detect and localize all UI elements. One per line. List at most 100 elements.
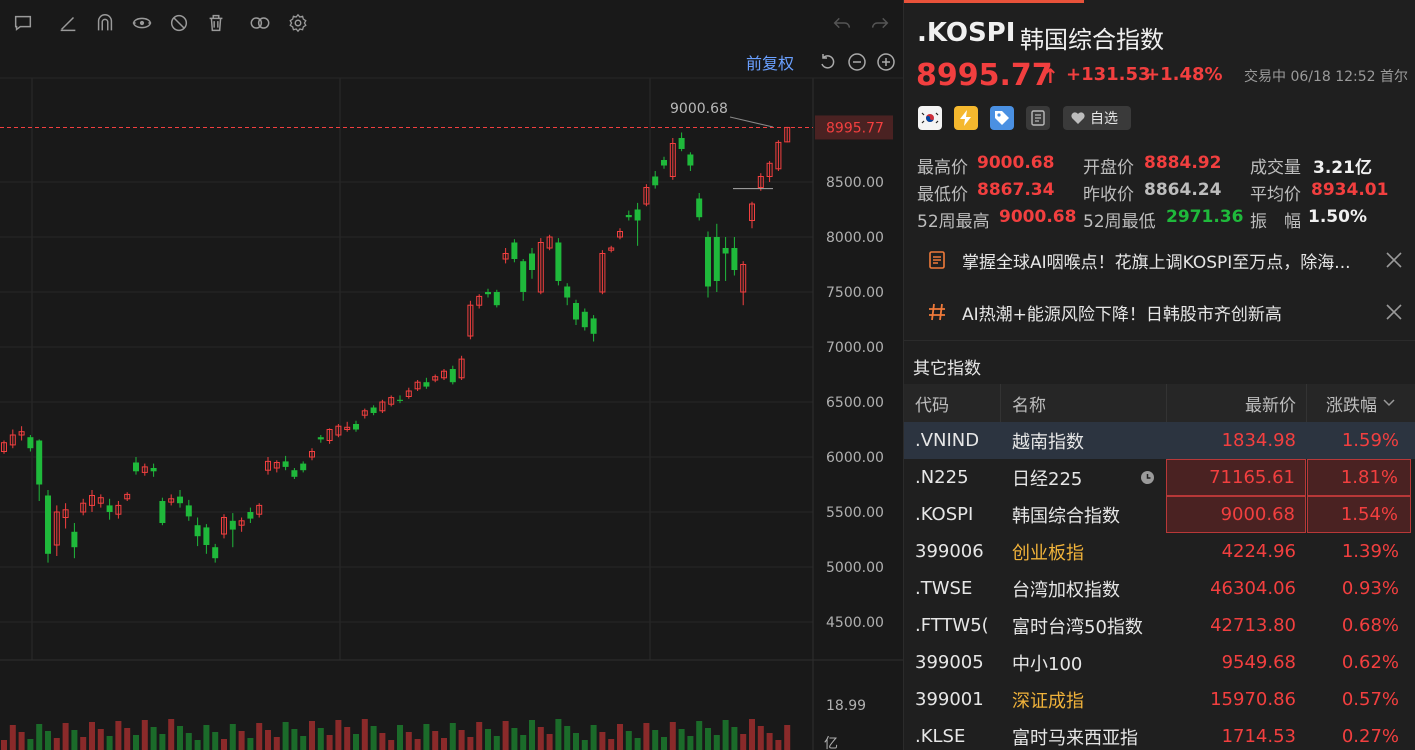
table-row[interactable]: .VNIND 越南指数 1834.98 1.59% bbox=[904, 422, 1415, 459]
adjust-mode-toggle[interactable]: 前复权 bbox=[746, 50, 794, 74]
volume-unit-label: 亿 bbox=[824, 736, 838, 750]
chevron-down-icon bbox=[1383, 399, 1395, 407]
row-code: .VNIND bbox=[915, 430, 980, 451]
price-tick-label: 5500.00 bbox=[826, 505, 884, 521]
col-header-name[interactable]: 名称 bbox=[1000, 384, 1166, 422]
col-header-last[interactable]: 最新价 bbox=[1166, 384, 1306, 422]
news-item[interactable]: 掌握全球AI咽喉点！花旗上调KOSPI至万点，除海... bbox=[914, 241, 1414, 279]
stat-volume: 3.21亿 bbox=[1313, 158, 1372, 178]
col-divider bbox=[1000, 384, 1001, 422]
volume-bar bbox=[80, 737, 87, 750]
volume-bar bbox=[203, 725, 210, 750]
candle-down bbox=[150, 468, 157, 472]
candle-down bbox=[185, 505, 192, 517]
volume-bar bbox=[71, 730, 78, 750]
favorite-label: 自选 bbox=[1090, 111, 1118, 127]
row-name: 富时台湾50指数 bbox=[1012, 616, 1143, 638]
volume-bar bbox=[335, 720, 342, 750]
volume-bar bbox=[177, 726, 183, 750]
eye-icon[interactable] bbox=[130, 11, 154, 35]
row-change-pct: 0.27% bbox=[1341, 726, 1399, 747]
row-code: .KOSPI bbox=[915, 504, 974, 525]
table-row[interactable]: .TWSE 台湾加权指数 46304.06 0.93% bbox=[904, 570, 1415, 607]
volume-bar bbox=[62, 723, 69, 750]
candle-down bbox=[696, 198, 703, 218]
price-tick-label: 5000.00 bbox=[826, 560, 884, 576]
candle-down bbox=[722, 248, 729, 254]
table-row[interactable]: 399006 创业板指 4224.96 1.39% bbox=[904, 533, 1415, 570]
reset-zoom-icon[interactable] bbox=[818, 52, 838, 72]
candle-down bbox=[317, 437, 324, 440]
volume-bar bbox=[300, 736, 307, 750]
volume-bar bbox=[432, 731, 439, 750]
col-header-code[interactable]: 代码 bbox=[904, 384, 1000, 422]
table-row[interactable]: .KOSPI 韩国综合指数 9000.68 1.54% bbox=[904, 496, 1415, 533]
undo-icon[interactable] bbox=[830, 11, 854, 35]
comment-icon[interactable] bbox=[11, 11, 35, 35]
hide-icon[interactable] bbox=[167, 11, 191, 35]
candle-down bbox=[370, 407, 377, 413]
volume-bar bbox=[687, 736, 694, 750]
table-row[interactable]: .N225 日经225 71165.61 1.81% bbox=[904, 459, 1415, 496]
volume-bar bbox=[388, 740, 395, 750]
volume-bar bbox=[185, 733, 192, 750]
draw-line-icon[interactable] bbox=[56, 11, 80, 35]
volume-bar bbox=[282, 722, 289, 750]
document-icon[interactable] bbox=[1026, 106, 1050, 130]
candle-down bbox=[194, 525, 201, 537]
settings-icon[interactable] bbox=[286, 11, 310, 35]
trash-icon[interactable] bbox=[204, 11, 228, 35]
volume-bar bbox=[212, 732, 219, 750]
news-item[interactable]: AI热潮+能源风险下降！日韩股市齐创新高 bbox=[914, 293, 1414, 331]
zoom-out-icon[interactable] bbox=[847, 52, 867, 72]
stat-high: 9000.68 bbox=[977, 153, 1055, 173]
volume-bar bbox=[458, 730, 465, 750]
volume-bar bbox=[194, 740, 201, 750]
index-name: 韩国综合指数 bbox=[1020, 26, 1164, 54]
candle-down bbox=[133, 462, 139, 472]
volume-bar bbox=[784, 725, 791, 750]
candle-down bbox=[397, 399, 403, 401]
volume-bar bbox=[441, 738, 447, 750]
col-divider bbox=[1306, 384, 1307, 422]
volume-bar bbox=[555, 719, 562, 750]
close-icon[interactable] bbox=[1384, 250, 1404, 270]
table-row[interactable]: .KLSE 富时马来西亚指 1714.53 0.27% bbox=[904, 718, 1415, 750]
magnet-icon[interactable] bbox=[93, 11, 117, 35]
volume-bar bbox=[502, 721, 509, 750]
candle-down bbox=[555, 242, 562, 281]
row-last-price: 9549.68 bbox=[1221, 652, 1296, 673]
row-last-price: 71165.61 bbox=[1166, 459, 1306, 496]
close-icon[interactable] bbox=[1384, 302, 1404, 322]
candle-down bbox=[590, 318, 597, 334]
col-header-pct[interactable]: 涨跌幅 bbox=[1306, 384, 1415, 422]
lightning-icon[interactable] bbox=[954, 106, 978, 130]
volume-bar bbox=[599, 732, 606, 750]
toggle-icon[interactable] bbox=[248, 11, 272, 35]
row-name: 富时马来西亚指 bbox=[1012, 727, 1138, 749]
candle-down bbox=[203, 527, 210, 545]
volume-bar bbox=[353, 734, 359, 750]
row-change-pct: 1.59% bbox=[1341, 430, 1399, 451]
current-price-tag: 8995.77 bbox=[826, 120, 884, 136]
table-row[interactable]: 399005 中小100 9549.68 0.62% bbox=[904, 644, 1415, 681]
row-name: 日经225 bbox=[1012, 468, 1083, 490]
volume-bar bbox=[643, 723, 650, 750]
add-favorite-button[interactable]: 自选 bbox=[1063, 106, 1131, 130]
peak-marker-line bbox=[729, 116, 774, 128]
candlestick-chart[interactable]: 8500.00 8000.00 7500.00 7000.00 6500.00 6000.… bbox=[0, 0, 903, 750]
table-row[interactable]: 399001 深证成指 15970.86 0.57% bbox=[904, 681, 1415, 718]
volume-bar bbox=[133, 735, 139, 750]
candle-down bbox=[247, 512, 254, 519]
row-change-pct: 0.68% bbox=[1341, 615, 1399, 636]
volume-bar bbox=[238, 731, 245, 750]
tag-icon[interactable] bbox=[990, 106, 1014, 130]
zoom-in-icon[interactable] bbox=[876, 52, 896, 72]
redo-icon[interactable] bbox=[868, 11, 892, 35]
row-name: 韩国综合指数 bbox=[1012, 505, 1120, 527]
candle-down bbox=[511, 242, 518, 259]
row-last-price: 1834.98 bbox=[1221, 430, 1296, 451]
table-row[interactable]: .FTTW5(富时台湾50指数 42713.80 0.68% bbox=[904, 607, 1415, 644]
volume-bar bbox=[106, 736, 113, 750]
volume-bar bbox=[45, 731, 51, 750]
